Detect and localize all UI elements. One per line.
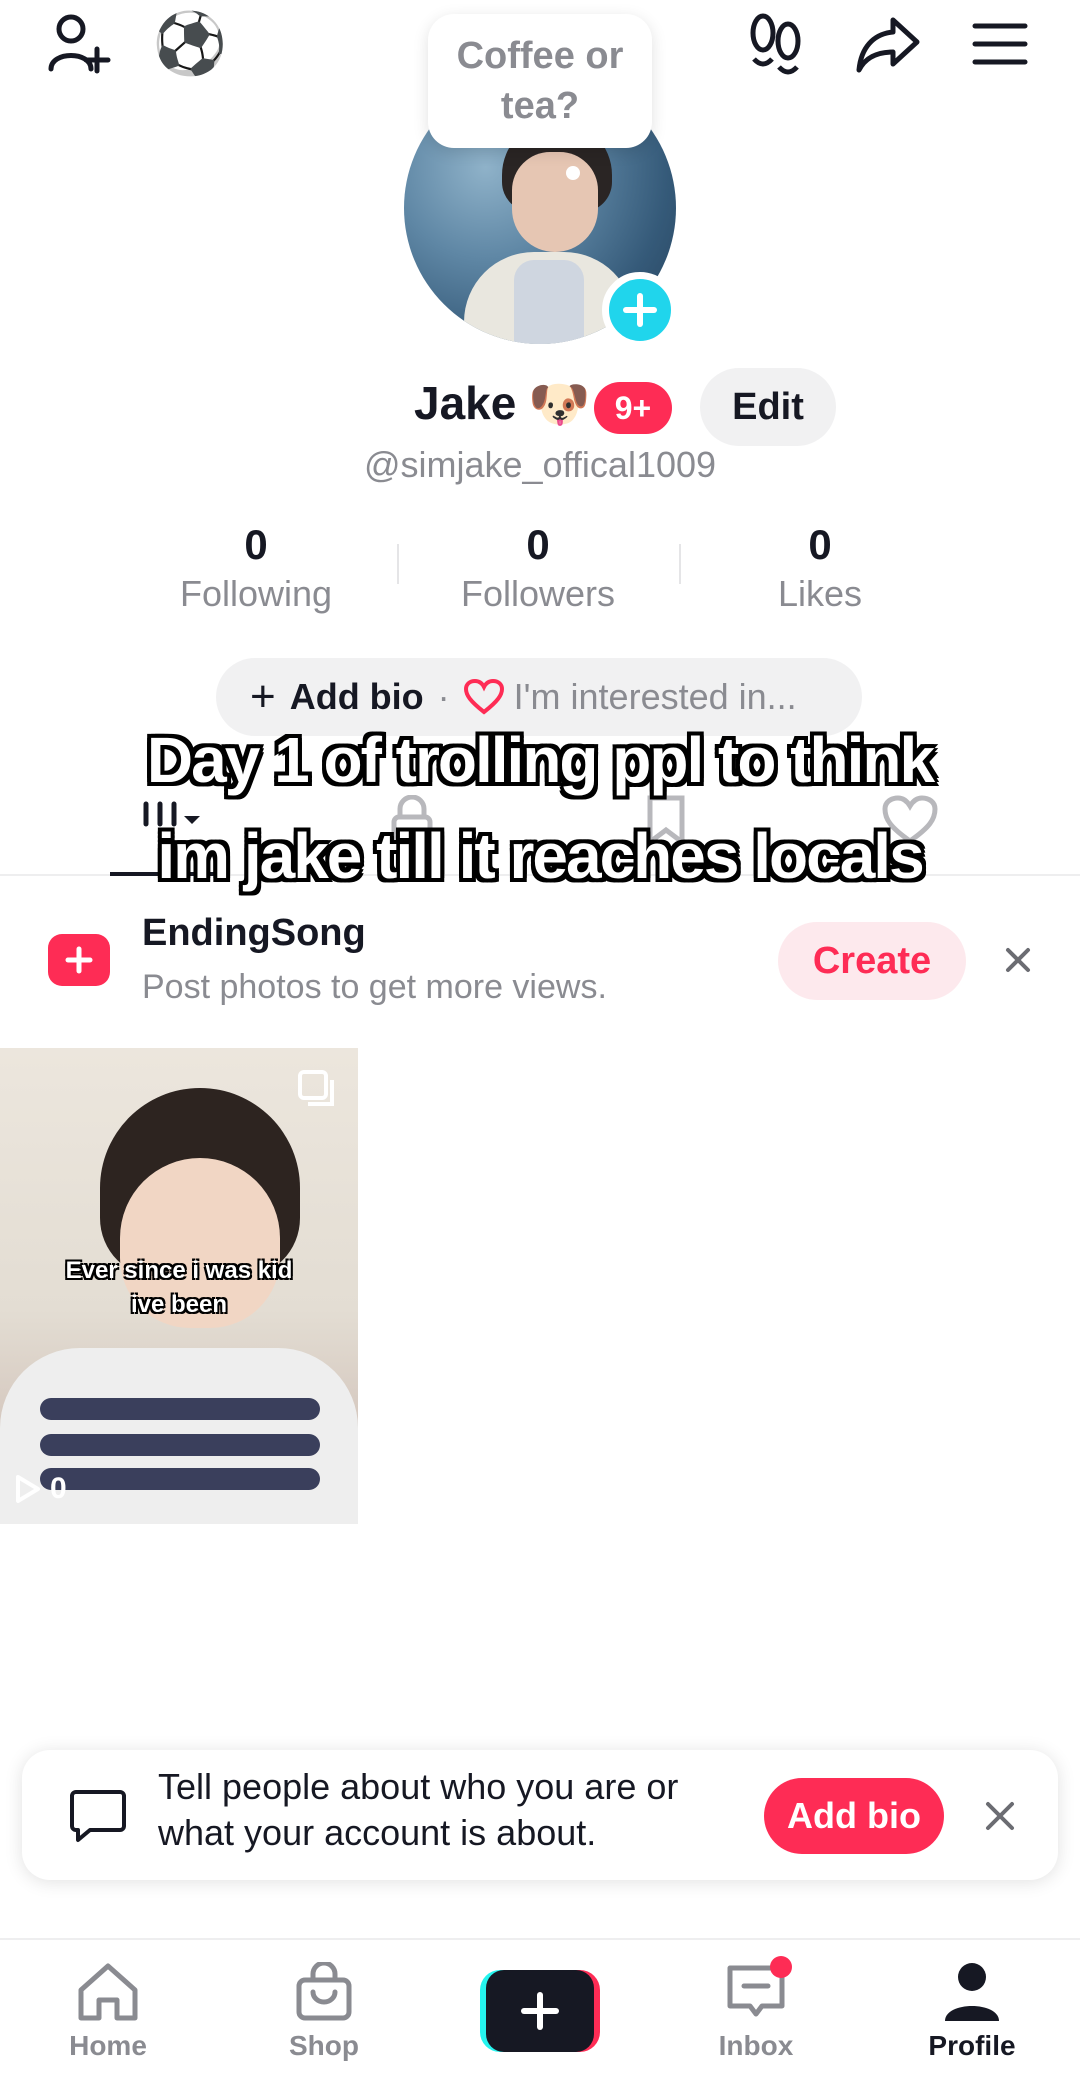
profile-name: Jake xyxy=(414,377,517,429)
add-bio-button[interactable]: Add bio xyxy=(764,1778,944,1854)
close-icon[interactable] xyxy=(998,940,1038,980)
home-icon xyxy=(38,1958,178,2026)
unread-dot xyxy=(770,1956,792,1978)
share-icon[interactable] xyxy=(850,6,926,82)
view-count: 0 xyxy=(14,1472,67,1506)
view-count-value: 0 xyxy=(50,1472,67,1505)
soccer-ball-icon[interactable]: ⚽ xyxy=(150,4,230,84)
nav-label: Shop xyxy=(289,2030,359,2061)
add-user-icon[interactable] xyxy=(40,6,116,82)
banner-subtitle: Post photos to get more views. xyxy=(142,968,607,1006)
dog-emoji: 🐶 xyxy=(528,376,591,432)
banner-title: EndingSong xyxy=(142,912,366,954)
footsteps-icon[interactable] xyxy=(740,6,812,82)
profile-handle: @simjake_offical1009 xyxy=(363,444,717,485)
stat-followers[interactable]: 0 Followers xyxy=(397,520,679,620)
menu-icon[interactable] xyxy=(962,6,1038,82)
stat-value: 0 xyxy=(808,521,832,568)
video-caption: Ever since i was kid ive been xyxy=(65,1257,293,1318)
stat-likes[interactable]: 0 Likes xyxy=(679,520,961,620)
stat-label: Likes xyxy=(777,573,863,614)
stat-value: 0 xyxy=(526,521,550,568)
nav-label: Profile xyxy=(928,2030,1016,2061)
create-button[interactable]: Create xyxy=(778,922,966,1000)
note-bubble[interactable]: Coffee or tea? xyxy=(428,14,652,148)
stat-label: Followers xyxy=(460,573,616,614)
stat-following[interactable]: 0 Following xyxy=(115,520,397,620)
add-avatar-plus-icon[interactable] xyxy=(602,272,678,348)
divider xyxy=(397,544,399,584)
play-icon xyxy=(16,1475,40,1503)
nav-inbox[interactable]: Inbox xyxy=(686,1956,826,2062)
nav-shop[interactable]: Shop xyxy=(254,1958,394,2062)
stat-value: 0 xyxy=(244,521,268,568)
profile-stats: 0 Following 0 Followers 0 Likes xyxy=(115,520,965,620)
multi-image-icon xyxy=(296,1068,336,1108)
name-row: Jake 🐶 9+ Edit xyxy=(0,368,1080,448)
shopping-bag-icon xyxy=(254,1958,394,2026)
overlay-caption: Day 1 of trolling ppl to think im jake t… xyxy=(0,712,1080,904)
heart-icon xyxy=(463,679,504,715)
nav-profile[interactable]: Profile xyxy=(902,1958,1042,2062)
plus-icon xyxy=(486,1970,594,2052)
create-post-button[interactable] xyxy=(480,1970,600,2052)
post-suggestion-banner: EndingSong Post photos to get more views… xyxy=(0,900,1080,1020)
stat-label: Following xyxy=(179,573,333,614)
profile-icon xyxy=(902,1958,1042,2026)
close-icon[interactable] xyxy=(980,1796,1020,1836)
notification-badge[interactable]: 9+ xyxy=(594,382,672,434)
note-bubble-tail xyxy=(566,166,580,180)
plus-icon: + xyxy=(250,672,276,721)
bio-card-message: Tell people about who you are or what yo… xyxy=(158,1766,679,1853)
nav-label: Inbox xyxy=(718,2030,794,2061)
chat-bubble-icon xyxy=(68,1786,128,1846)
divider xyxy=(679,544,681,584)
caption-line: im jake till it reaches locals xyxy=(157,820,924,892)
video-thumbnail[interactable]: Ever since i was kid ive been 0 xyxy=(0,1048,358,1524)
nav-home[interactable]: Home xyxy=(38,1958,178,2062)
inbox-icon xyxy=(686,1956,826,2026)
edit-profile-button[interactable]: Edit xyxy=(700,368,836,446)
create-plus-icon xyxy=(48,934,110,986)
add-bio-card: Tell people about who you are or what yo… xyxy=(22,1750,1058,1880)
caption-line: Day 1 of trolling ppl to think xyxy=(146,724,935,796)
bottom-navigation: Home Shop Inbox Profile xyxy=(0,1938,1080,2080)
nav-label: Home xyxy=(69,2030,147,2061)
